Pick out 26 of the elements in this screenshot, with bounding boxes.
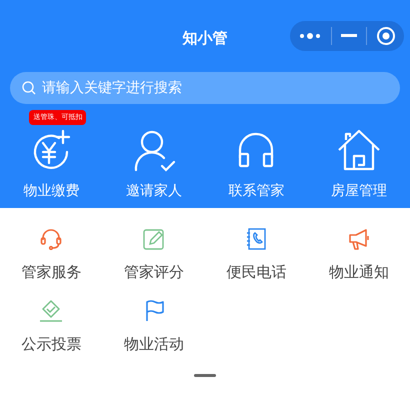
more-icon[interactable] xyxy=(298,32,322,40)
house-icon[interactable] xyxy=(336,128,381,172)
close-icon[interactable] xyxy=(376,26,396,46)
drag-handle[interactable] xyxy=(194,374,216,377)
service-label[interactable]: 便民电话 xyxy=(226,263,286,282)
action-label[interactable]: 邀请家人 xyxy=(126,182,182,200)
search-icon xyxy=(22,81,36,95)
capsule-menu[interactable] xyxy=(290,21,404,51)
edit-icon[interactable] xyxy=(142,228,165,250)
service-label[interactable]: 物业活动 xyxy=(124,335,184,354)
action-label[interactable]: 房屋管理 xyxy=(330,182,387,200)
search-input[interactable]: 请输入关键字进行搜索 xyxy=(42,80,388,96)
service-label[interactable]: 公示投票 xyxy=(21,335,82,354)
service-label[interactable]: 物业通知 xyxy=(328,263,389,282)
phonebook-icon[interactable] xyxy=(246,228,266,250)
service-label[interactable]: 管家评分 xyxy=(124,263,184,282)
flag-icon[interactable] xyxy=(144,300,164,322)
page-title: 知小管 xyxy=(182,28,228,48)
checkmark-vote-icon[interactable] xyxy=(39,300,64,322)
megaphone-icon[interactable] xyxy=(348,228,370,250)
search-field[interactable]: 请输入关键字进行搜索 xyxy=(10,72,400,104)
action-label[interactable]: 物业缴费 xyxy=(23,182,80,200)
headset-icon[interactable] xyxy=(40,228,62,250)
action-label[interactable]: 联系管家 xyxy=(228,182,284,200)
minimize-icon[interactable] xyxy=(340,34,357,38)
service-label[interactable]: 管家服务 xyxy=(21,263,82,282)
